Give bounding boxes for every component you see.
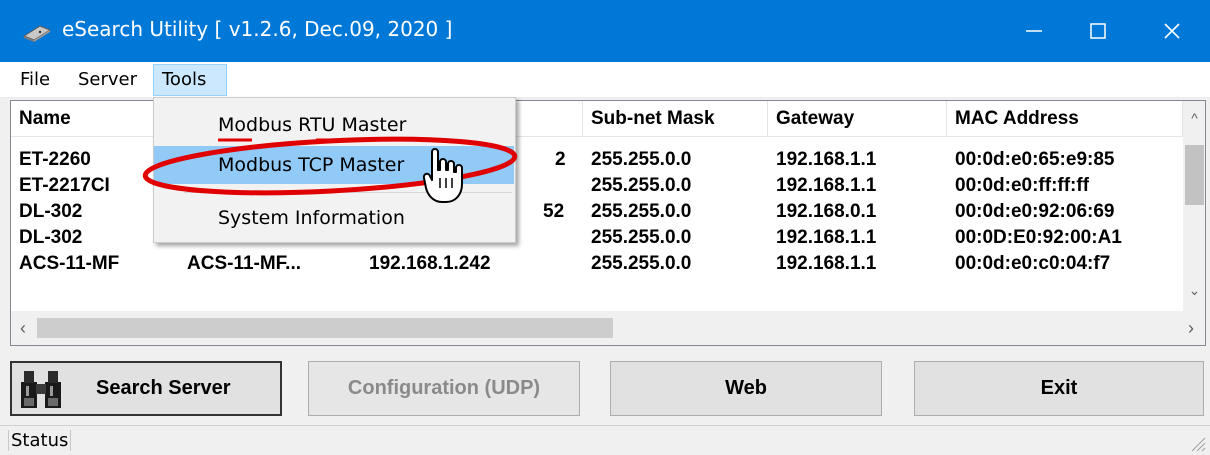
- row-3-mac[interactable]: 00:0d:e0:92:06:69: [955, 199, 1114, 224]
- minimize-button[interactable]: [1003, 0, 1065, 62]
- close-button[interactable]: [1133, 0, 1210, 62]
- search-server-label: Search Server: [96, 377, 231, 399]
- exit-button[interactable]: Exit: [914, 361, 1204, 416]
- row-5-ip[interactable]: 192.168.1.242: [369, 251, 491, 276]
- scroll-left-icon[interactable]: ‹: [11, 311, 35, 345]
- row-1-gateway[interactable]: 192.168.1.1: [776, 147, 876, 172]
- row-1-name[interactable]: ET-2260: [19, 147, 91, 172]
- row-3-name[interactable]: DL-302: [19, 199, 82, 224]
- row-5-name[interactable]: ACS-11-MF: [19, 251, 119, 276]
- row-1-subnet[interactable]: 255.255.0.0: [591, 147, 691, 172]
- row-4-name[interactable]: DL-302: [19, 225, 82, 250]
- row-4-subnet[interactable]: 255.255.0.0: [591, 225, 691, 250]
- web-label: Web: [725, 377, 767, 399]
- configuration-udp-button[interactable]: Configuration (UDP): [308, 361, 580, 416]
- menu-item-system-information[interactable]: System Information: [154, 199, 514, 237]
- configuration-udp-label: Configuration (UDP): [347, 377, 541, 399]
- row-2-subnet[interactable]: 255.255.0.0: [591, 173, 691, 198]
- app-window: eSearch Utility [ v1.2.6, Dec.09, 2020 ]…: [0, 0, 1210, 455]
- row-3-ip-partial: 52: [543, 201, 565, 222]
- close-icon: [1163, 23, 1180, 39]
- horizontal-scroll-thumb[interactable]: [37, 318, 613, 338]
- row-1-mac[interactable]: 00:0d:e0:65:e9:85: [955, 147, 1114, 172]
- maximize-icon: [1090, 23, 1106, 39]
- row-4-mac[interactable]: 00:0D:E0:92:00:A1: [955, 225, 1122, 250]
- menu-bar: File Server Tools: [0, 62, 1210, 98]
- row-5-alias[interactable]: ACS-11-MF...: [187, 251, 301, 276]
- row-2-name[interactable]: ET-2217CI: [19, 173, 110, 198]
- search-server-button[interactable]: Search Server: [10, 361, 282, 416]
- title-bar[interactable]: eSearch Utility [ v1.2.6, Dec.09, 2020 ]: [0, 0, 1210, 62]
- column-header-subnet-mask[interactable]: Sub-net Mask: [583, 101, 768, 137]
- menu-file[interactable]: File: [12, 64, 58, 96]
- scroll-down-icon[interactable]: ⌄: [1183, 279, 1205, 301]
- menu-tools[interactable]: Tools: [153, 64, 227, 96]
- maximize-button[interactable]: [1067, 0, 1129, 62]
- menu-server[interactable]: Server: [70, 64, 145, 96]
- column-header-gateway[interactable]: Gateway: [768, 101, 947, 137]
- binoculars-icon: [21, 370, 61, 408]
- menu-item-modbus-tcp-master[interactable]: Modbus TCP Master: [154, 146, 514, 184]
- minimize-icon: [1026, 30, 1042, 32]
- vertical-scrollbar[interactable]: ^ ⌄: [1183, 101, 1205, 311]
- tools-dropdown-menu: Modbus RTU Master Modbus TCP Master Syst…: [153, 97, 516, 243]
- row-2-mac[interactable]: 00:0d:e0:ff:ff:ff: [955, 173, 1089, 198]
- web-button[interactable]: Web: [610, 361, 882, 416]
- row-5-gateway[interactable]: 192.168.1.1: [776, 251, 876, 276]
- resize-grip-icon[interactable]: [1184, 432, 1206, 452]
- column-header-mac-address[interactable]: MAC Address: [947, 101, 1183, 137]
- row-3-gateway[interactable]: 192.168.0.1: [776, 199, 876, 224]
- scroll-up-icon[interactable]: ^: [1183, 107, 1205, 129]
- scroll-right-icon[interactable]: ›: [1179, 311, 1203, 345]
- row-1-ip-partial: 2: [555, 149, 566, 170]
- row-3-subnet[interactable]: 255.255.0.0: [591, 199, 691, 224]
- status-text: Status: [8, 430, 72, 451]
- status-bar: Status: [0, 425, 1210, 455]
- menu-separator: [184, 192, 512, 193]
- network-device-icon: [22, 25, 52, 42]
- window-title: eSearch Utility [ v1.2.6, Dec.09, 2020 ]: [62, 17, 453, 41]
- exit-label: Exit: [1040, 377, 1078, 399]
- row-5-mac[interactable]: 00:0d:e0:c0:04:f7: [955, 251, 1110, 276]
- menu-item-modbus-rtu-master[interactable]: Modbus RTU Master: [154, 106, 514, 144]
- row-4-gateway[interactable]: 192.168.1.1: [776, 225, 876, 250]
- row-2-gateway[interactable]: 192.168.1.1: [776, 173, 876, 198]
- row-5-subnet[interactable]: 255.255.0.0: [591, 251, 691, 276]
- horizontal-scrollbar[interactable]: ‹ ›: [11, 311, 1205, 345]
- vertical-scroll-thumb[interactable]: [1185, 145, 1204, 205]
